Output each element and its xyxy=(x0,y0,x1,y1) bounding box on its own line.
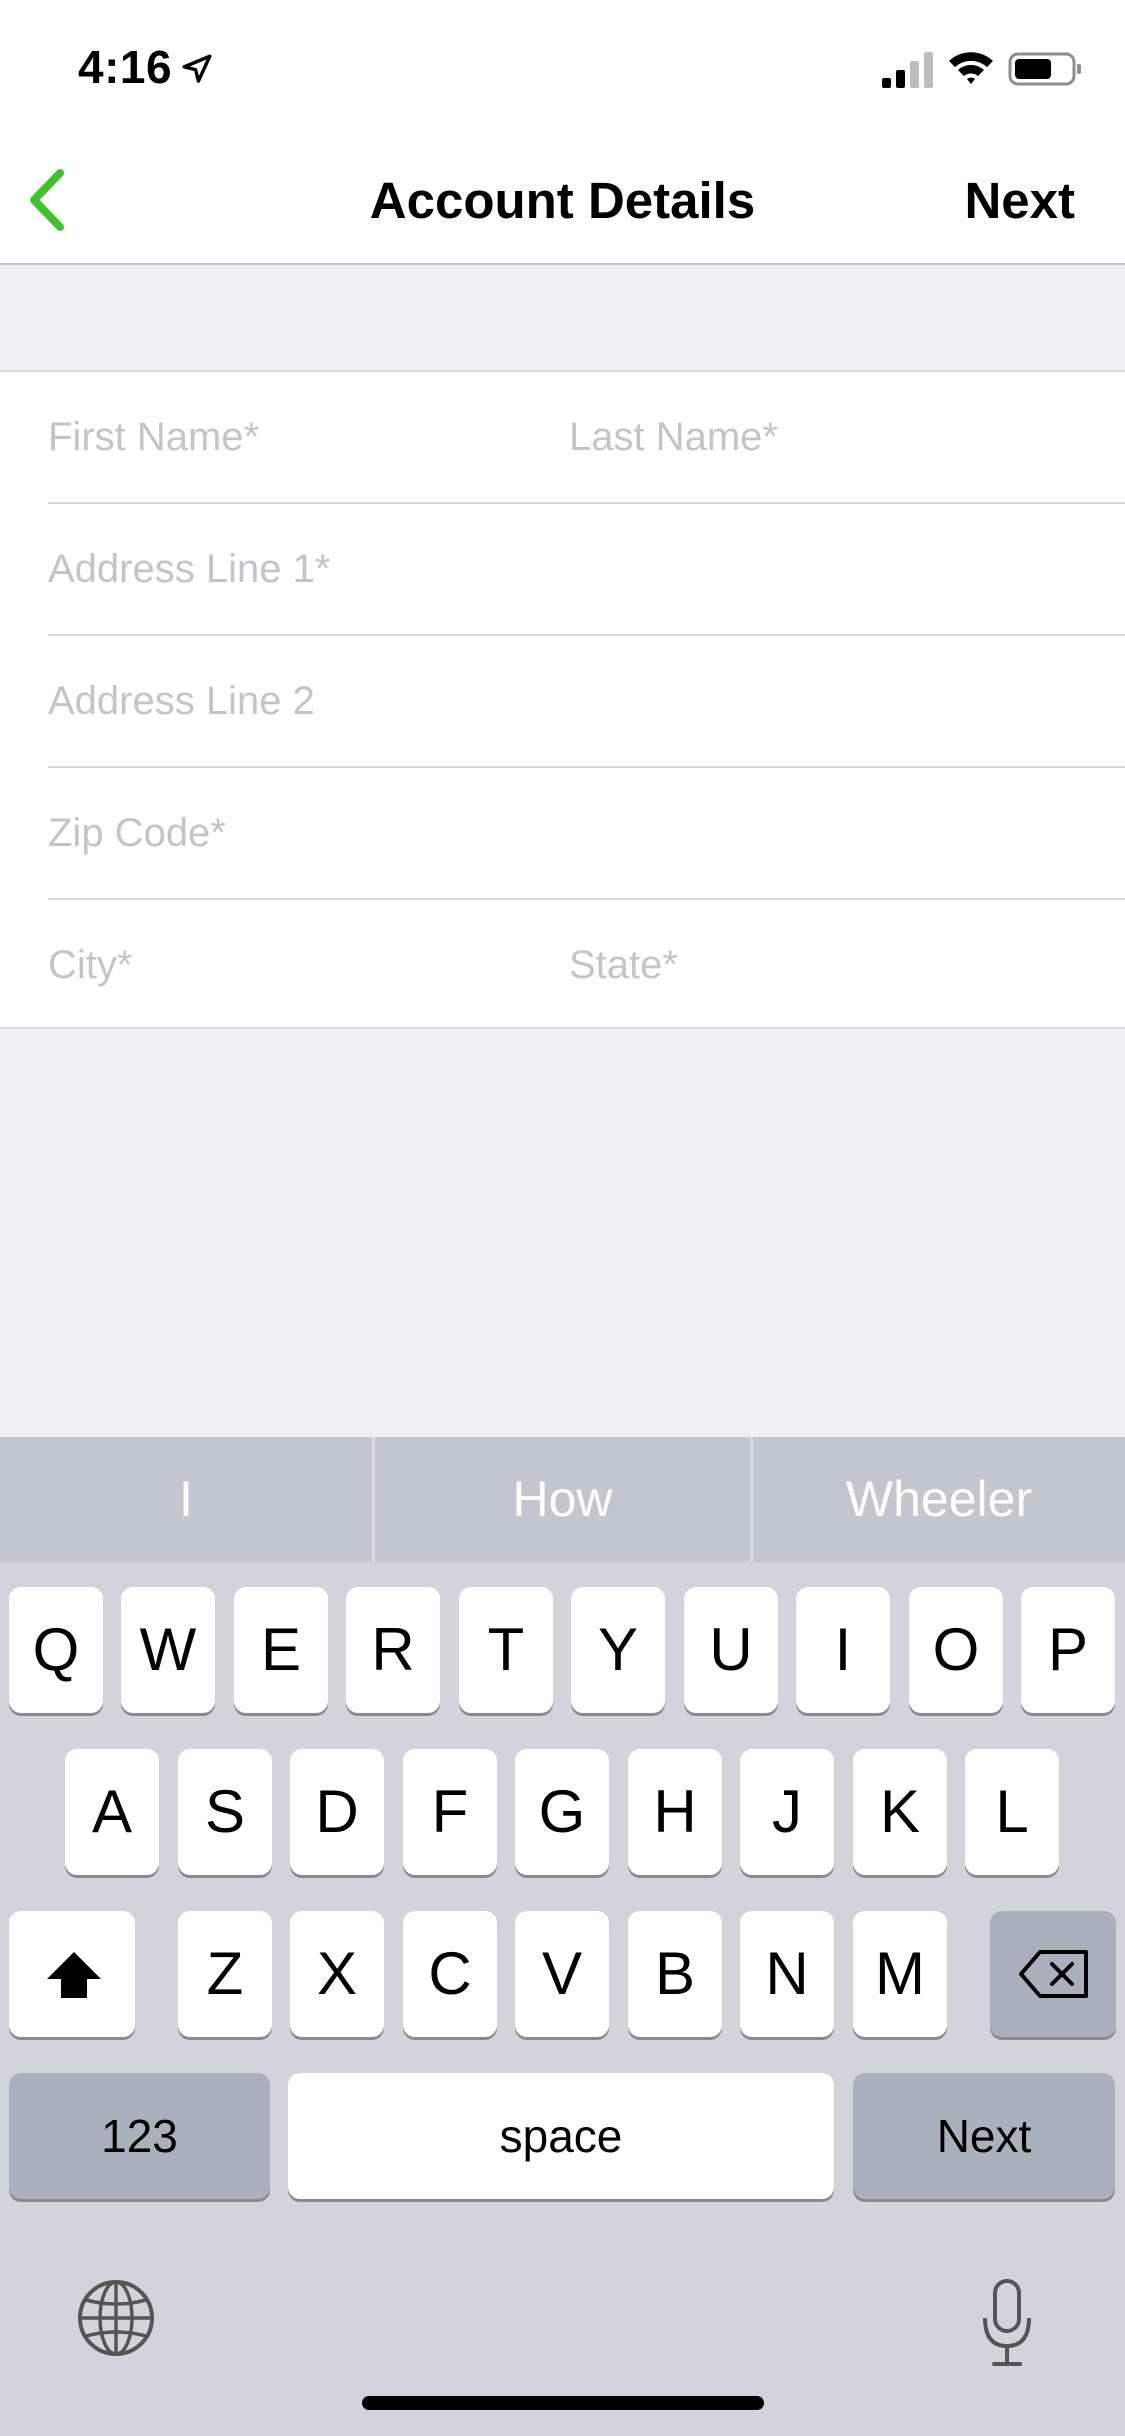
suggestion-bar: I How Wheeler xyxy=(0,1437,1125,1562)
next-button[interactable]: Next xyxy=(964,171,1075,230)
key-x[interactable]: X xyxy=(290,1911,384,2037)
zip-row: Zip Code* xyxy=(48,768,1125,900)
suggestion-item[interactable]: I xyxy=(0,1437,372,1562)
address-line-2-field[interactable]: Address Line 2 xyxy=(48,636,1085,766)
key-v[interactable]: V xyxy=(515,1911,609,2037)
return-next-key[interactable]: Next xyxy=(853,2073,1115,2199)
home-indicator xyxy=(362,2396,764,2410)
shift-key[interactable] xyxy=(9,1911,135,2037)
key-h[interactable]: H xyxy=(628,1749,722,1875)
suggestion-item[interactable]: Wheeler xyxy=(753,1437,1125,1562)
key-i[interactable]: I xyxy=(796,1587,890,1713)
location-arrow-icon xyxy=(182,54,212,83)
signal-icon xyxy=(882,52,933,88)
name-row: First Name* Last Name* xyxy=(48,372,1125,504)
suggestion-item[interactable]: How xyxy=(375,1437,750,1562)
address1-row: Address Line 1* xyxy=(48,504,1125,636)
nav-bar: Account Details Next xyxy=(0,135,1125,265)
state-field[interactable]: State* xyxy=(569,900,1089,1030)
key-r[interactable]: R xyxy=(346,1587,440,1713)
key-s[interactable]: S xyxy=(178,1749,272,1875)
key-w[interactable]: W xyxy=(121,1587,215,1713)
last-name-field[interactable]: Last Name* xyxy=(569,372,1089,502)
battery-icon xyxy=(1008,52,1081,86)
city-field[interactable]: City* xyxy=(48,900,528,1030)
space-key[interactable]: space xyxy=(288,2073,834,2199)
account-form: First Name* Last Name* Address Line 1* A… xyxy=(0,370,1125,1029)
key-p[interactable]: P xyxy=(1021,1587,1115,1713)
key-a[interactable]: A xyxy=(65,1749,159,1875)
delete-key[interactable] xyxy=(990,1911,1116,2037)
key-q[interactable]: Q xyxy=(9,1587,103,1713)
key-e[interactable]: E xyxy=(234,1587,328,1713)
microphone-icon[interactable] xyxy=(980,2278,1034,2368)
key-z[interactable]: Z xyxy=(178,1911,272,2037)
page-title: Account Details xyxy=(369,172,756,229)
delete-icon xyxy=(1019,1950,1088,1998)
key-c[interactable]: C xyxy=(403,1911,497,2037)
shift-icon xyxy=(47,1952,101,1998)
status-time: 4:16 xyxy=(78,41,173,93)
address-line-1-field[interactable]: Address Line 1* xyxy=(48,504,1085,634)
key-j[interactable]: J xyxy=(740,1749,834,1875)
key-k[interactable]: K xyxy=(853,1749,947,1875)
first-name-field[interactable]: First Name* xyxy=(48,372,528,502)
keyboard: I How Wheeler Q W E R T Y U I O P A S D … xyxy=(0,1437,1125,2436)
key-f[interactable]: F xyxy=(403,1749,497,1875)
key-g[interactable]: G xyxy=(515,1749,609,1875)
zip-code-field[interactable]: Zip Code* xyxy=(48,768,1085,898)
city-state-row: City* State* xyxy=(48,900,1125,1032)
key-n[interactable]: N xyxy=(740,1911,834,2037)
key-u[interactable]: U xyxy=(684,1587,778,1713)
key-o[interactable]: O xyxy=(909,1587,1003,1713)
key-m[interactable]: M xyxy=(853,1911,947,2037)
key-y[interactable]: Y xyxy=(571,1587,665,1713)
wifi-icon xyxy=(949,52,993,84)
key-d[interactable]: D xyxy=(290,1749,384,1875)
globe-icon[interactable] xyxy=(76,2278,156,2358)
numbers-key[interactable]: 123 xyxy=(9,2073,270,2199)
key-l[interactable]: L xyxy=(965,1749,1059,1875)
status-bar: 4:16 xyxy=(0,0,1125,135)
address2-row: Address Line 2 xyxy=(48,636,1125,768)
key-b[interactable]: B xyxy=(628,1911,722,2037)
key-t[interactable]: T xyxy=(459,1587,553,1713)
